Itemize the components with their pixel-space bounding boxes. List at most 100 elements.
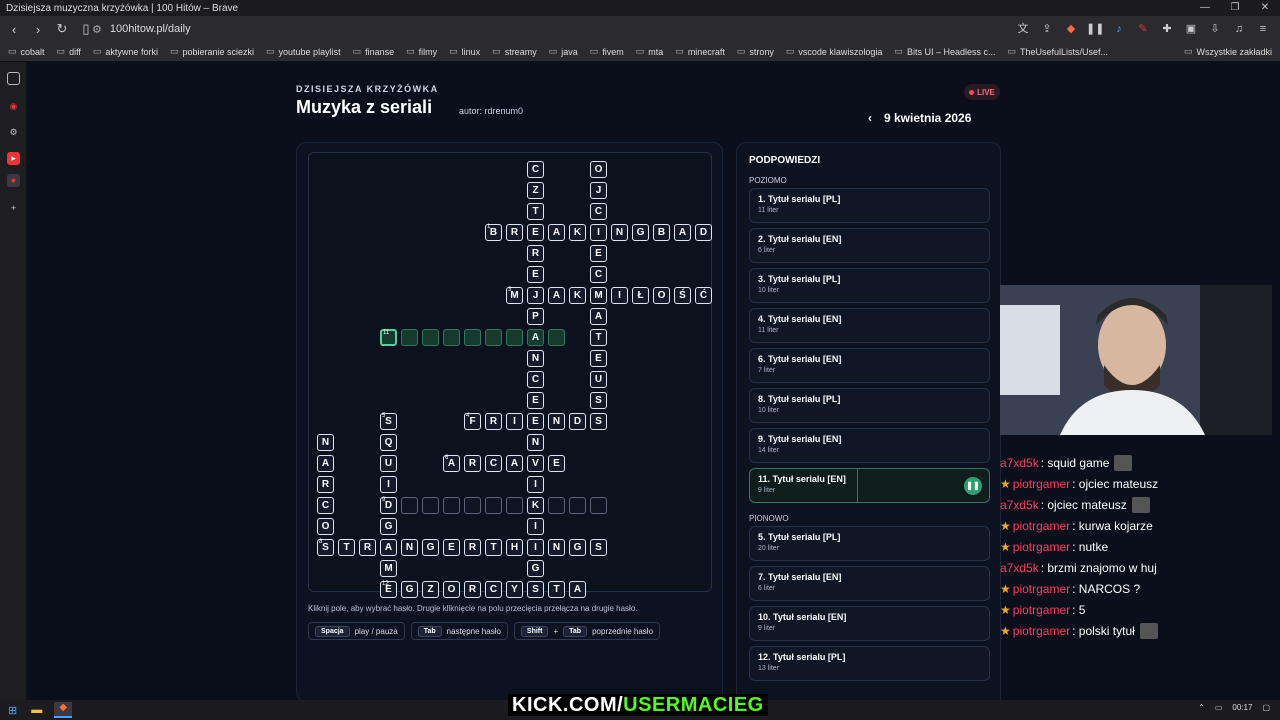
grid-cell[interactable]: G xyxy=(632,224,649,241)
grid-cell[interactable]: N xyxy=(317,434,334,451)
grid-cell[interactable]: I xyxy=(506,413,523,430)
clue-item[interactable]: 2. Tytuł serialu [EN] 6 liter xyxy=(749,228,990,263)
grid-cell[interactable]: N xyxy=(548,539,565,556)
grid-cell[interactable]: A xyxy=(674,224,691,241)
bookmark-item[interactable]: ▭ finanse xyxy=(353,46,395,57)
bookmark-item[interactable]: ▭ Bits UI – Headless c... xyxy=(894,46,995,57)
menu-icon[interactable]: ≡ xyxy=(1254,20,1272,38)
grid-cell[interactable]: Q xyxy=(380,434,397,451)
grid-cell[interactable] xyxy=(401,329,418,346)
grid-cell[interactable]: K xyxy=(569,287,586,304)
grid-cell[interactable]: Ś xyxy=(674,287,691,304)
grid-cell[interactable]: S8 xyxy=(317,539,334,556)
grid-cell[interactable]: R xyxy=(464,581,481,598)
grid-cell[interactable]: C xyxy=(527,371,544,388)
grid-cell[interactable]: M3 xyxy=(506,287,523,304)
grid-cell[interactable] xyxy=(485,497,502,514)
bookmark-item[interactable]: ▭ cobalt xyxy=(8,46,45,57)
clue-item[interactable]: 10. Tytuł serialu [EN] 9 liter xyxy=(749,606,990,641)
puzzle-icon[interactable]: ✚ xyxy=(1158,20,1176,38)
grid-cell[interactable]: N xyxy=(611,224,628,241)
bookmark-item[interactable]: ▭ pobieranie sciezki xyxy=(170,46,254,57)
grid-cell[interactable]: C xyxy=(317,497,334,514)
grid-cell[interactable] xyxy=(443,329,460,346)
grid-cell[interactable]: Z xyxy=(527,182,544,199)
grid-cell[interactable]: T xyxy=(485,539,502,556)
site-info-icon[interactable]: ⚙ xyxy=(92,23,102,36)
grid-cell[interactable] xyxy=(485,329,502,346)
grid-cell[interactable]: C xyxy=(485,455,502,472)
grid-cell[interactable]: I xyxy=(380,476,397,493)
grid-cell[interactable]: C xyxy=(527,161,544,178)
grid-cell[interactable]: A xyxy=(380,539,397,556)
grid-cell[interactable]: U xyxy=(380,455,397,472)
address-bar[interactable]: ⚙ 100hitow.pl/daily xyxy=(92,19,1052,39)
grid-cell[interactable]: R xyxy=(485,413,502,430)
clue-item[interactable]: 4. Tytuł serialu [EN] 11 liter xyxy=(749,308,990,343)
grid-cell[interactable]: O xyxy=(590,161,607,178)
grid-cell[interactable] xyxy=(569,497,586,514)
sidebar-app-icon[interactable]: ◉ xyxy=(7,100,20,113)
chat-username[interactable]: a7xd5k xyxy=(1000,498,1039,512)
chat-username[interactable]: piotrgamer xyxy=(1013,582,1070,596)
grid-cell[interactable]: E xyxy=(527,266,544,283)
grid-cell[interactable]: D9 xyxy=(380,497,397,514)
bookmark-item[interactable]: ▭ streamy xyxy=(492,46,537,57)
audio-icon[interactable]: ♪ xyxy=(1110,20,1128,38)
grid-cell[interactable]: S5 xyxy=(380,413,397,430)
grid-cell[interactable]: Ł xyxy=(632,287,649,304)
chat-username[interactable]: a7xd5k xyxy=(1000,456,1039,470)
bookmark-item[interactable]: ▭ filmy xyxy=(406,46,437,57)
bookmark-item[interactable]: ▭ youtube playlist xyxy=(266,46,341,57)
grid-cell[interactable]: E xyxy=(527,413,544,430)
grid-cell[interactable]: E xyxy=(527,224,544,241)
grid-cell[interactable]: S xyxy=(527,581,544,598)
grid-cell[interactable]: M xyxy=(380,560,397,577)
grid-cell[interactable]: A xyxy=(569,581,586,598)
bookmark-item[interactable]: ▭ linux xyxy=(449,46,480,57)
grid-cell[interactable]: I xyxy=(527,476,544,493)
grid-cell[interactable]: B1 xyxy=(485,224,502,241)
bookmark-item[interactable]: ▭ diff xyxy=(57,46,81,57)
grid-cell[interactable]: I xyxy=(611,287,628,304)
chat-username[interactable]: a7xd5k xyxy=(1000,561,1039,575)
grid-cell[interactable]: A xyxy=(527,329,544,346)
bookmark-item[interactable]: ▭ aktywne forki xyxy=(93,46,158,57)
grid-cell[interactable]: T xyxy=(338,539,355,556)
bookmark-item[interactable]: ▭ fivem xyxy=(590,46,624,57)
grid-cell[interactable]: M xyxy=(590,287,607,304)
bookmark-item[interactable]: ▭ TheUsefulLists/Usef... xyxy=(1007,46,1108,57)
grid-cell[interactable]: T xyxy=(527,203,544,220)
grid-cell[interactable]: N xyxy=(527,350,544,367)
grid-cell[interactable]: 11 xyxy=(380,329,397,346)
clue-item[interactable]: 11. Tytuł serialu [EN] 9 liter ❚❚ xyxy=(749,468,990,503)
clue-item[interactable]: 1. Tytuł serialu [PL] 11 liter xyxy=(749,188,990,223)
pause-icon[interactable]: ❚❚ xyxy=(964,477,982,495)
grid-cell[interactable] xyxy=(422,497,439,514)
grid-cell[interactable]: A6 xyxy=(443,455,460,472)
grid-cell[interactable]: E xyxy=(527,392,544,409)
reload-icon[interactable]: ↻ xyxy=(52,21,72,37)
clue-item[interactable]: 3. Tytuł serialu [PL] 10 liter xyxy=(749,268,990,303)
clue-item[interactable]: 5. Tytuł serialu [PL] 20 liter xyxy=(749,526,990,561)
grid-cell[interactable] xyxy=(464,497,481,514)
grid-cell[interactable]: A xyxy=(548,224,565,241)
grid-cell[interactable]: G xyxy=(380,518,397,535)
grid-cell[interactable]: B xyxy=(653,224,670,241)
notification-icon[interactable]: ▢ xyxy=(1262,703,1270,712)
grid-cell[interactable]: V xyxy=(527,455,544,472)
chat-username[interactable]: piotrgamer xyxy=(1013,540,1070,554)
grid-cell[interactable]: N xyxy=(548,413,565,430)
sidebar-settings-icon[interactable]: ⚙ xyxy=(7,126,20,139)
bookmark-item[interactable]: ▭ mta xyxy=(636,46,664,57)
extension-icon[interactable]: ✎ xyxy=(1134,20,1152,38)
grid-cell[interactable]: Z xyxy=(422,581,439,598)
grid-cell[interactable] xyxy=(548,329,565,346)
grid-cell[interactable]: S xyxy=(590,413,607,430)
grid-cell[interactable]: E xyxy=(443,539,460,556)
grid-cell[interactable]: N xyxy=(401,539,418,556)
grid-cell[interactable]: O xyxy=(317,518,334,535)
grid-cell[interactable]: R xyxy=(506,224,523,241)
clue-item[interactable]: 8. Tytuł serialu [PL] 10 liter xyxy=(749,388,990,423)
bookmark-item[interactable]: ▭ minecraft xyxy=(675,46,725,57)
